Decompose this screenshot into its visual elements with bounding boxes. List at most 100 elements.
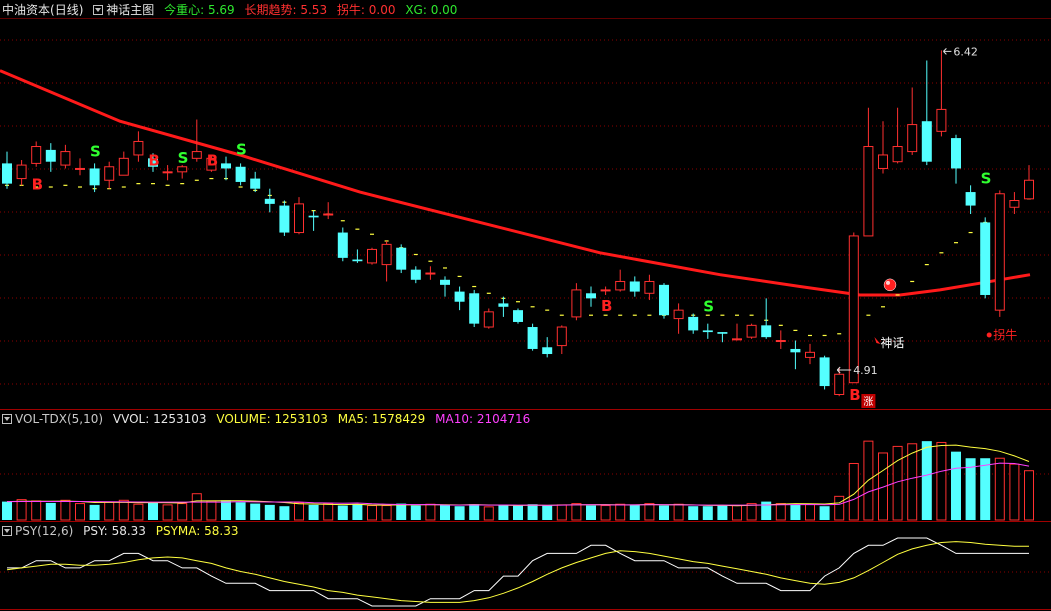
volume-bar[interactable] bbox=[586, 505, 596, 520]
volume-bar[interactable] bbox=[527, 504, 538, 520]
candle[interactable] bbox=[761, 298, 772, 339]
candle[interactable] bbox=[527, 323, 538, 351]
candle[interactable] bbox=[323, 202, 334, 220]
candle[interactable] bbox=[980, 217, 991, 299]
volume-bar[interactable] bbox=[148, 502, 158, 520]
candle[interactable] bbox=[410, 266, 421, 284]
candle[interactable] bbox=[965, 185, 976, 214]
volume-bar[interactable] bbox=[118, 499, 129, 521]
volume-bar[interactable] bbox=[921, 441, 932, 520]
candle[interactable] bbox=[75, 158, 85, 176]
volume-bar[interactable] bbox=[381, 505, 392, 521]
candle[interactable] bbox=[600, 286, 611, 295]
volume-bar[interactable] bbox=[498, 504, 509, 520]
candle[interactable] bbox=[848, 232, 859, 384]
volume-bar[interactable] bbox=[688, 506, 699, 520]
volume-bar[interactable] bbox=[2, 501, 12, 520]
volume-bar[interactable] bbox=[600, 505, 611, 521]
candle[interactable] bbox=[673, 303, 684, 334]
volume-bar[interactable] bbox=[732, 505, 742, 521]
volume-bar[interactable] bbox=[425, 503, 436, 521]
volume-bar[interactable] bbox=[264, 504, 275, 520]
candle[interactable] bbox=[688, 313, 699, 334]
volume-bar[interactable] bbox=[936, 441, 947, 521]
volume-bar[interactable] bbox=[1009, 463, 1020, 521]
candle[interactable] bbox=[629, 276, 640, 297]
candle[interactable] bbox=[819, 355, 830, 390]
candle[interactable] bbox=[717, 332, 728, 343]
candle[interactable] bbox=[483, 308, 494, 329]
volume-bar[interactable] bbox=[542, 505, 553, 520]
candle[interactable] bbox=[89, 163, 100, 193]
volume-bar[interactable] bbox=[673, 503, 684, 521]
psy-indicator-name[interactable]: PSY(12,6) bbox=[2, 524, 73, 538]
volume-bar[interactable] bbox=[644, 503, 655, 521]
volume-bar[interactable] bbox=[45, 502, 56, 520]
candle[interactable] bbox=[1009, 192, 1020, 214]
volume-bar[interactable] bbox=[235, 502, 246, 520]
volume-bar[interactable] bbox=[775, 503, 786, 521]
volume-bar[interactable] bbox=[352, 504, 363, 520]
candle[interactable] bbox=[425, 266, 436, 280]
candle[interactable] bbox=[294, 197, 304, 235]
candle[interactable] bbox=[659, 283, 669, 319]
volume-bar[interactable] bbox=[133, 503, 144, 521]
volume-bar[interactable] bbox=[250, 503, 261, 520]
volume-bar[interactable] bbox=[513, 505, 523, 520]
volume-bar[interactable] bbox=[834, 495, 845, 521]
candle[interactable] bbox=[2, 151, 12, 189]
volume-bar[interactable] bbox=[790, 504, 801, 520]
candle[interactable] bbox=[104, 161, 115, 189]
candle[interactable] bbox=[235, 163, 246, 186]
candle[interactable] bbox=[250, 171, 261, 193]
candle[interactable] bbox=[513, 308, 523, 324]
candle[interactable] bbox=[702, 323, 713, 339]
volume-bar[interactable] bbox=[31, 500, 42, 521]
volume-bar[interactable] bbox=[469, 504, 480, 520]
volume-bar[interactable] bbox=[191, 493, 202, 521]
candle[interactable] bbox=[454, 286, 465, 311]
volume-bar[interactable] bbox=[805, 503, 815, 521]
volume-bar[interactable] bbox=[60, 499, 71, 521]
candle[interactable] bbox=[352, 249, 363, 263]
candle[interactable] bbox=[469, 289, 480, 328]
candle[interactable] bbox=[498, 296, 509, 317]
candle[interactable] bbox=[936, 50, 947, 137]
candle[interactable] bbox=[162, 165, 173, 181]
candle[interactable] bbox=[60, 144, 71, 169]
volume-bar[interactable] bbox=[440, 504, 450, 520]
volume-bar[interactable] bbox=[659, 505, 669, 520]
candle[interactable] bbox=[951, 134, 961, 184]
volume-bar[interactable] bbox=[89, 504, 100, 520]
candle[interactable] bbox=[556, 325, 567, 355]
volume-bar[interactable] bbox=[1024, 470, 1034, 521]
volume-bar[interactable] bbox=[615, 503, 626, 521]
candle[interactable] bbox=[790, 340, 801, 370]
candle[interactable] bbox=[396, 244, 407, 274]
volume-bar[interactable] bbox=[396, 503, 407, 520]
volume-bar[interactable] bbox=[104, 501, 115, 521]
candle[interactable] bbox=[279, 200, 290, 236]
volume-bar[interactable] bbox=[308, 504, 319, 520]
candle[interactable] bbox=[177, 165, 188, 179]
volume-bar[interactable] bbox=[367, 505, 377, 521]
candle[interactable] bbox=[775, 330, 786, 349]
volume-bar[interactable] bbox=[717, 505, 728, 520]
volume-bar[interactable] bbox=[177, 503, 188, 521]
candle[interactable] bbox=[264, 188, 275, 213]
volume-indicator-name[interactable]: VOL-TDX(5,10) bbox=[2, 412, 103, 426]
instrument-name[interactable]: 中油资本 bbox=[2, 3, 50, 17]
volume-bar[interactable] bbox=[206, 500, 217, 521]
volume-bar[interactable] bbox=[162, 504, 173, 521]
volume-bar[interactable] bbox=[75, 503, 85, 521]
volume-bar[interactable] bbox=[337, 505, 348, 520]
indicator-name[interactable]: 神话主图 bbox=[93, 3, 154, 17]
candle[interactable] bbox=[221, 156, 231, 181]
volume-bar[interactable] bbox=[556, 504, 567, 521]
candle[interactable] bbox=[907, 87, 918, 155]
volume-bar[interactable] bbox=[980, 458, 991, 520]
candle[interactable] bbox=[892, 107, 903, 164]
candle[interactable] bbox=[308, 210, 319, 231]
volume-bar[interactable] bbox=[571, 503, 582, 521]
candle[interactable] bbox=[337, 227, 348, 262]
